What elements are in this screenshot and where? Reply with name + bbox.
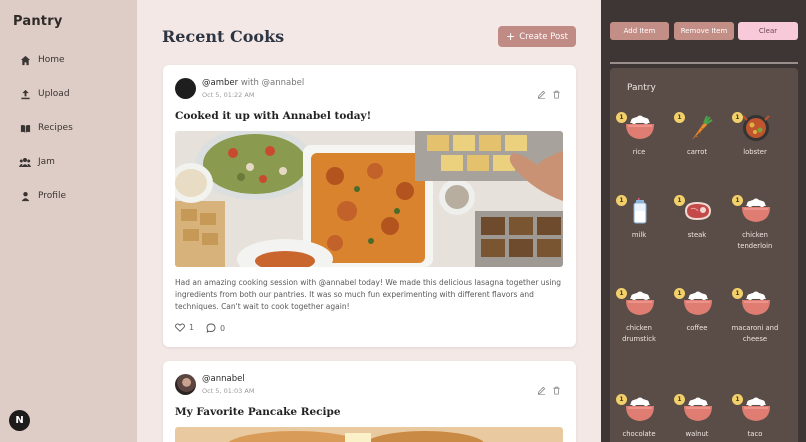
- milk-icon: [625, 197, 655, 225]
- rice-bowl-icon: [683, 396, 713, 424]
- dev-badge[interactable]: N: [9, 410, 30, 431]
- edit-icon[interactable]: [537, 84, 546, 99]
- home-icon: [19, 54, 31, 66]
- carrot-icon: [683, 114, 713, 142]
- create-post-button[interactable]: + Create Post: [498, 26, 576, 47]
- create-post-label: Create Post: [519, 31, 568, 42]
- post-body: Had an amazing cooking session with @ann…: [175, 278, 562, 311]
- pantry-item-name: chicken drumstick: [622, 324, 656, 343]
- group-icon: [19, 156, 31, 168]
- sidebar-item-home[interactable]: Home: [19, 52, 65, 68]
- item-count-badge: 1: [674, 394, 685, 405]
- divider: [610, 62, 798, 64]
- steak-icon: [683, 197, 713, 225]
- pantry-item-name: chocolate: [622, 430, 656, 438]
- sidebar-item-label: Upload: [38, 89, 70, 99]
- pantry-item-name: coffee: [686, 324, 708, 332]
- post-card: @amber with @annabel Oct 5, 01:22 AM Coo…: [163, 65, 576, 347]
- collaborator-text: with @annabel: [240, 78, 305, 88]
- sidebar-item-label: Jam: [38, 157, 55, 167]
- pantry-item-name: walnut: [685, 430, 709, 438]
- post-author: @annabel: [202, 374, 245, 384]
- comment-button[interactable]: 0: [206, 323, 225, 333]
- rice-bowl-icon: [741, 290, 771, 318]
- clear-button[interactable]: Clear: [738, 22, 798, 40]
- pantry-item-name: chicken tenderloin: [737, 231, 773, 250]
- post-title[interactable]: My Favorite Pancake Recipe: [175, 406, 341, 418]
- book-icon: [19, 122, 31, 134]
- pantry-item-name: macaroni and cheese: [731, 324, 779, 343]
- item-count-badge: 1: [616, 288, 627, 299]
- sidebar-item-recipes[interactable]: Recipes: [19, 120, 73, 136]
- item-count-badge: 1: [616, 112, 627, 123]
- item-count-badge: 1: [674, 112, 685, 123]
- pantry-item-name: steak: [687, 231, 707, 239]
- item-count-badge: 1: [732, 195, 743, 206]
- rice-bowl-icon: [625, 290, 655, 318]
- pantry-item-name: taco: [747, 430, 763, 438]
- sidebar-item-upload[interactable]: Upload: [19, 86, 70, 102]
- author-handle[interactable]: @annabel: [202, 374, 245, 384]
- rice-bowl-icon: [741, 396, 771, 424]
- item-count-badge: 1: [616, 394, 627, 405]
- pantry-item-name: carrot: [686, 148, 708, 156]
- pantry-item-name: rice: [632, 148, 646, 156]
- item-count-badge: 1: [732, 394, 743, 405]
- item-count-badge: 1: [732, 112, 743, 123]
- item-count-badge: 1: [674, 288, 685, 299]
- post-timestamp: Oct 5, 01:03 AM: [202, 387, 255, 395]
- post-author: @amber with @annabel: [202, 78, 304, 88]
- trash-icon[interactable]: [552, 380, 561, 395]
- pantry-item-name: lobster: [743, 148, 767, 156]
- like-count: 1: [189, 323, 195, 332]
- rice-bowl-icon: [625, 396, 655, 424]
- edit-icon[interactable]: [537, 380, 546, 395]
- user-icon: [19, 190, 31, 202]
- post-card: @annabel Oct 5, 01:03 AM My Favorite Pan…: [163, 361, 576, 442]
- rice-bowl-icon: [741, 197, 771, 225]
- comment-icon: [206, 323, 216, 333]
- remove-item-button[interactable]: Remove Item: [674, 22, 734, 40]
- avatar[interactable]: [175, 78, 196, 99]
- rice-bowl-icon: [683, 290, 713, 318]
- item-count-badge: 1: [674, 195, 685, 206]
- add-item-button[interactable]: Add Item: [610, 22, 669, 40]
- rice-bowl-icon: [625, 114, 655, 142]
- upload-icon: [19, 88, 31, 100]
- brand-logo[interactable]: Pantry: [13, 14, 63, 29]
- sidebar-item-label: Profile: [38, 191, 66, 201]
- sidebar: Pantry Home Upload Recipes Jam Profile N: [0, 0, 137, 442]
- pantry-title: Pantry: [627, 83, 656, 93]
- post-image[interactable]: [175, 131, 563, 267]
- author-handle[interactable]: @amber: [202, 78, 238, 88]
- item-count-badge: 1: [732, 288, 743, 299]
- lobster-dish-icon: [741, 114, 771, 142]
- item-count-badge: 1: [616, 195, 627, 206]
- like-button[interactable]: 1: [175, 323, 194, 332]
- pantry-panel: Add Item Remove Item Clear Pantry 1 rice 1…: [601, 0, 806, 442]
- comment-count: 0: [220, 323, 226, 333]
- post-timestamp: Oct 5, 01:22 AM: [202, 91, 255, 99]
- trash-icon[interactable]: [552, 84, 561, 99]
- plus-icon: +: [506, 30, 516, 43]
- post-title[interactable]: Cooked it up with Annabel today!: [175, 110, 371, 122]
- sidebar-item-label: Home: [38, 55, 65, 65]
- avatar[interactable]: [175, 374, 196, 395]
- pantry-item-name: milk: [631, 231, 647, 239]
- post-image[interactable]: [175, 427, 563, 442]
- page-title: Recent Cooks: [162, 27, 285, 46]
- pantry-grid: Pantry 1 rice 1 carrot 1 lobster 1 milk 1 steak 1 c…: [610, 68, 798, 442]
- sidebar-item-label: Recipes: [38, 123, 73, 133]
- heart-icon: [175, 323, 185, 332]
- sidebar-item-profile[interactable]: Profile: [19, 188, 66, 204]
- sidebar-item-jam[interactable]: Jam: [19, 154, 55, 170]
